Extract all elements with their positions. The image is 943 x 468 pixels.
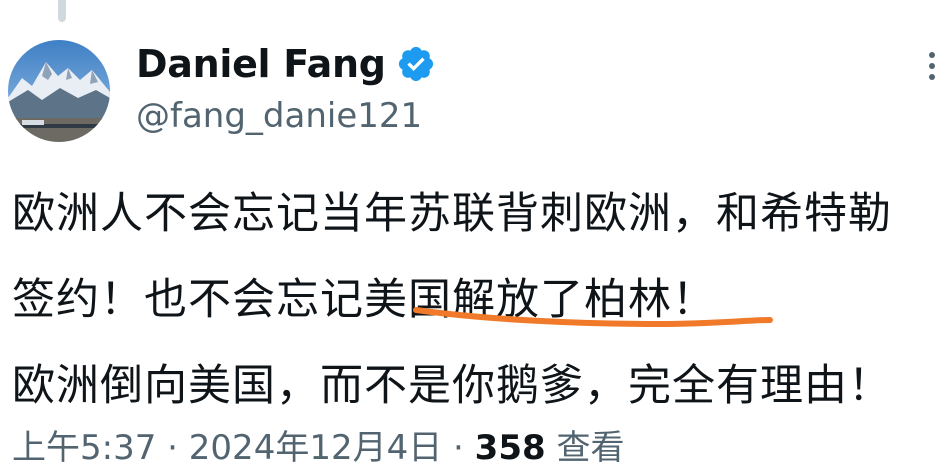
more-dot: [929, 52, 935, 58]
more-dot: [929, 74, 935, 80]
mountain-landscape-avatar-icon: [8, 40, 110, 142]
views-label: 查看: [556, 428, 625, 468]
tweet-date[interactable]: 2024年12月4日: [189, 428, 442, 468]
highlight-underline-annotation: [413, 307, 773, 328]
tweet-text-line: 欧洲人不会忘记当年苏联背刺欧洲，和希特勒: [12, 189, 892, 239]
meta-separator: ·: [453, 428, 464, 468]
thread-connector-line: [58, 0, 66, 22]
author-display-name[interactable]: Daniel Fang: [136, 42, 386, 86]
tweet-meta: 上午5:37 · 2024年12月4日 · 358 查看: [12, 428, 624, 468]
avatar[interactable]: [8, 40, 110, 142]
tweet-time[interactable]: 上午5:37: [12, 428, 156, 468]
author-handle[interactable]: @fang_danie121: [136, 96, 823, 136]
more-dot: [929, 63, 935, 69]
more-dots-icon[interactable]: [921, 52, 943, 86]
author-name-row: Daniel Fang: [136, 42, 823, 86]
verified-badge-icon: [398, 46, 433, 82]
views-count: 358: [474, 428, 546, 468]
meta-separator: ·: [167, 428, 178, 468]
tweet-text-line: 欧洲倒向美国，而不是你鹅爹，完全有理由！: [12, 361, 892, 411]
tweet-author: Daniel Fang @fang_danie121: [136, 42, 823, 136]
